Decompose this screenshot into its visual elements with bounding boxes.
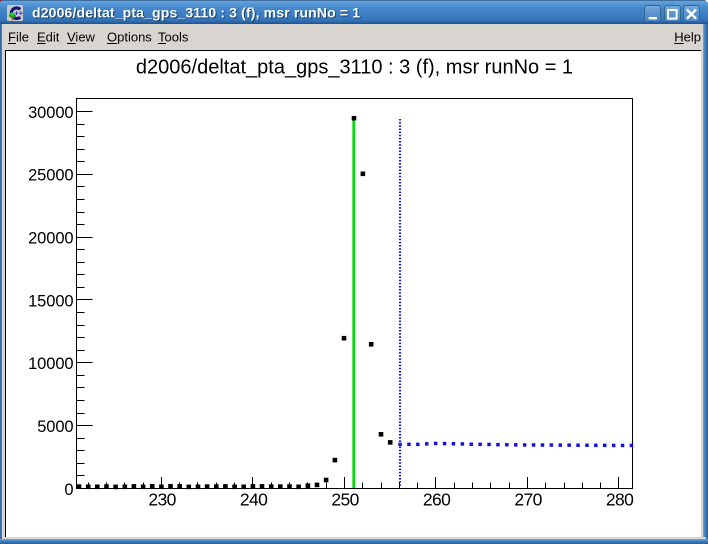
svg-text:270: 270 (514, 490, 542, 510)
svg-text:230: 230 (148, 490, 176, 510)
svg-text:25000: 25000 (28, 167, 73, 185)
svg-text:30000: 30000 (28, 104, 73, 122)
svg-text:260: 260 (423, 490, 451, 510)
svg-text:d2006/deltat_pta_gps_3110 : 3: d2006/deltat_pta_gps_3110 : 3 (f), msr r… (136, 57, 573, 79)
svg-text:280: 280 (606, 490, 634, 510)
svg-text:15000: 15000 (28, 292, 73, 310)
svg-text:10000: 10000 (28, 355, 73, 373)
svg-text:20000: 20000 (28, 230, 73, 248)
svg-text:250: 250 (331, 490, 359, 510)
svg-text:240: 240 (240, 490, 268, 510)
svg-text:5000: 5000 (37, 418, 73, 436)
svg-text:0: 0 (64, 481, 73, 499)
